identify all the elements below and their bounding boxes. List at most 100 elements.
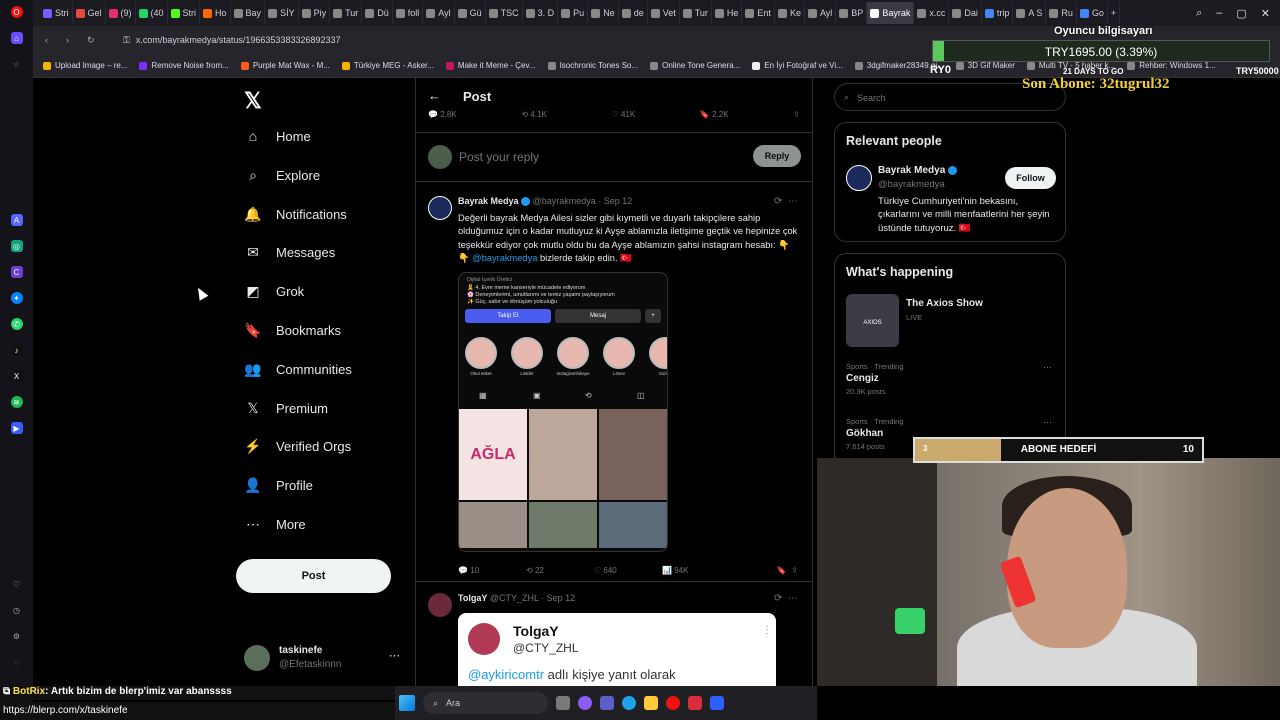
- messenger-icon[interactable]: ✦: [10, 292, 23, 304]
- taskbar-search[interactable]: ⌕ Ara: [423, 692, 548, 714]
- browser-tab[interactable]: 3. D: [523, 2, 559, 24]
- person-handle[interactable]: @bayrakmedya: [878, 179, 945, 190]
- browser-tab[interactable]: Ayl: [423, 2, 455, 24]
- author-handle[interactable]: @CTY_ZHL · Sep 12: [490, 593, 575, 603]
- nav-item-premium[interactable]: 𝕏 Premium: [244, 400, 328, 417]
- account-switcher[interactable]: taskinefe @Efetaskinnn ⋯: [244, 643, 404, 673]
- post-button[interactable]: Post: [236, 559, 391, 593]
- edge-icon[interactable]: [622, 696, 636, 710]
- player-icon[interactable]: ▶: [10, 422, 23, 434]
- browser-tab[interactable]: Ne: [588, 2, 619, 24]
- bookmark-count[interactable]: 🔖 2.2K: [700, 110, 729, 119]
- author-name[interactable]: Bayrak Medya: [458, 196, 519, 206]
- repost-count[interactable]: ⟲ 4.1K: [521, 110, 546, 119]
- browser-tab[interactable]: SİY: [265, 2, 299, 24]
- browser-tab[interactable]: He: [712, 2, 743, 24]
- nav-item-communities[interactable]: 👥 Communities: [244, 361, 352, 378]
- browser-tab[interactable]: Bay: [231, 2, 266, 24]
- teams-icon[interactable]: [600, 696, 614, 710]
- browser-tab[interactable]: Stri: [168, 2, 201, 24]
- avatar[interactable]: [428, 593, 452, 617]
- lightbulb-icon[interactable]: ◌: [11, 656, 23, 668]
- mention-link[interactable]: @bayrakmedya: [472, 253, 537, 263]
- bookmark-item[interactable]: 3D Gif Maker: [955, 61, 1015, 70]
- whatsapp-icon[interactable]: ✆: [10, 318, 23, 330]
- heart-icon[interactable]: ♡: [11, 578, 23, 590]
- instagram-screenshot-image[interactable]: Dijital İçerik Üretici 🎗️ 4. Evre meme k…: [458, 272, 668, 552]
- home-panel-icon[interactable]: ⌂: [10, 32, 23, 44]
- tiktok-icon[interactable]: ♪: [10, 344, 23, 356]
- author-name[interactable]: TolgaY: [458, 593, 487, 603]
- browser-tab[interactable]: Ho: [200, 2, 231, 24]
- quoted-image[interactable]: TolgaY @CTY_ZHL ⋮ @aykiricomtr adlı kişi…: [458, 613, 776, 686]
- browser-tab[interactable]: Tur: [680, 2, 712, 24]
- browser-tab[interactable]: Tur: [330, 2, 363, 24]
- bookmark-share-icons[interactable]: 🔖 ⇪: [730, 566, 798, 575]
- trend-item[interactable]: Sports · Trending Cengiz 20.3K posts ⋯: [846, 362, 1058, 396]
- reply-input[interactable]: Post your reply: [459, 150, 539, 164]
- bookmark-item[interactable]: Rehber: Windows 1...: [1127, 61, 1216, 70]
- spotify-icon[interactable]: ≋: [10, 396, 23, 408]
- browser-tab[interactable]: Ru: [1046, 2, 1077, 24]
- browser-tab[interactable]: Dai: [949, 2, 982, 24]
- minimize-icon[interactable]: –: [1216, 7, 1222, 20]
- bookmark-item[interactable]: Isochronic Tones So...: [547, 61, 638, 70]
- avatar[interactable]: [846, 165, 872, 191]
- opera-icon[interactable]: [666, 696, 680, 710]
- app-icon[interactable]: [688, 696, 702, 710]
- browser-tab[interactable]: de: [619, 2, 648, 24]
- nav-item-explore[interactable]: ⌕ Explore: [244, 167, 320, 184]
- maximize-icon[interactable]: ▢: [1236, 7, 1246, 20]
- close-icon[interactable]: ✕: [1261, 7, 1270, 20]
- browser-tab[interactable]: BP: [836, 2, 868, 24]
- like-action[interactable]: ♡ 640: [594, 566, 662, 575]
- chatgpt-icon[interactable]: ◎: [10, 240, 23, 252]
- author-handle[interactable]: @bayrakmedya · Sep 12: [533, 196, 633, 206]
- bookmark-item[interactable]: Upload Image – re...: [43, 61, 127, 70]
- trend-more-icon[interactable]: ⋯: [1043, 362, 1052, 373]
- bookmark-item[interactable]: Make it Meme - Çev...: [445, 61, 536, 70]
- site-info-icon[interactable]: ⚿: [123, 35, 130, 46]
- tweet[interactable]: Bayrak Medya @bayrakmedya · Sep 12 ⟳ ⋯ D…: [416, 186, 812, 582]
- file-explorer-icon[interactable]: [644, 696, 658, 710]
- nav-item-home[interactable]: ⌂ Home: [244, 128, 311, 144]
- bookmark-item[interactable]: Online Tone Genera...: [650, 61, 740, 70]
- account-menu-icon[interactable]: ⋯: [389, 649, 400, 662]
- browser-tab[interactable]: trip: [982, 2, 1014, 24]
- browser-tab[interactable]: foll: [393, 2, 424, 24]
- back-arrow-icon[interactable]: ←: [428, 88, 441, 103]
- person-name[interactable]: Bayrak Medya: [878, 165, 958, 176]
- task-view-icon[interactable]: [556, 696, 570, 710]
- browser-tab[interactable]: (40: [136, 2, 168, 24]
- bookmark-panel-icon[interactable]: ☆: [11, 58, 23, 70]
- reply-action[interactable]: 💬 10: [458, 566, 526, 575]
- copilot-icon[interactable]: C: [10, 266, 23, 278]
- reply-button[interactable]: Reply: [753, 145, 801, 167]
- nav-item-notifications[interactable]: 🔔 Notifications: [244, 206, 347, 223]
- nav-item-profile[interactable]: 👤 Profile: [244, 477, 313, 494]
- trend-more-icon[interactable]: ⋯: [1043, 417, 1052, 428]
- browser-tab[interactable]: Gü: [455, 2, 486, 24]
- nav-item-messages[interactable]: ✉ Messages: [244, 244, 335, 261]
- app-icon[interactable]: [710, 696, 724, 710]
- like-count[interactable]: ♡ 41K: [612, 110, 636, 119]
- tweet-more-icon[interactable]: ⟳ ⋯: [774, 196, 798, 207]
- reply-count[interactable]: 💬 2.8K: [428, 110, 457, 119]
- new-tab-button[interactable]: +: [1108, 2, 1121, 24]
- share-icon[interactable]: ⇪: [793, 110, 800, 119]
- reload-icon[interactable]: ↻: [87, 35, 95, 46]
- forward-icon[interactable]: ›: [66, 35, 69, 46]
- bookmark-item[interactable]: Türkiye MEG - Asker...: [341, 61, 434, 70]
- x-logo-icon[interactable]: 𝕏: [244, 88, 262, 114]
- browser-tab[interactable]: Go: [1077, 2, 1108, 24]
- history-icon[interactable]: ◷: [11, 604, 23, 616]
- windows-start-icon[interactable]: [399, 695, 415, 711]
- url-field[interactable]: x.com/bayrakmedya/status/196635338332689…: [130, 35, 341, 45]
- avatar[interactable]: [428, 196, 452, 220]
- browser-tab[interactable]: A S: [1013, 2, 1047, 24]
- x-icon[interactable]: X: [10, 370, 23, 382]
- opera-logo-icon[interactable]: O: [10, 6, 23, 18]
- bookmark-item[interactable]: Purple Mat Wax - M...: [240, 61, 330, 70]
- bookmark-item[interactable]: En İyi Fotoğraf ve Vi...: [752, 61, 843, 70]
- browser-tab[interactable]: Bayrak: [867, 2, 915, 24]
